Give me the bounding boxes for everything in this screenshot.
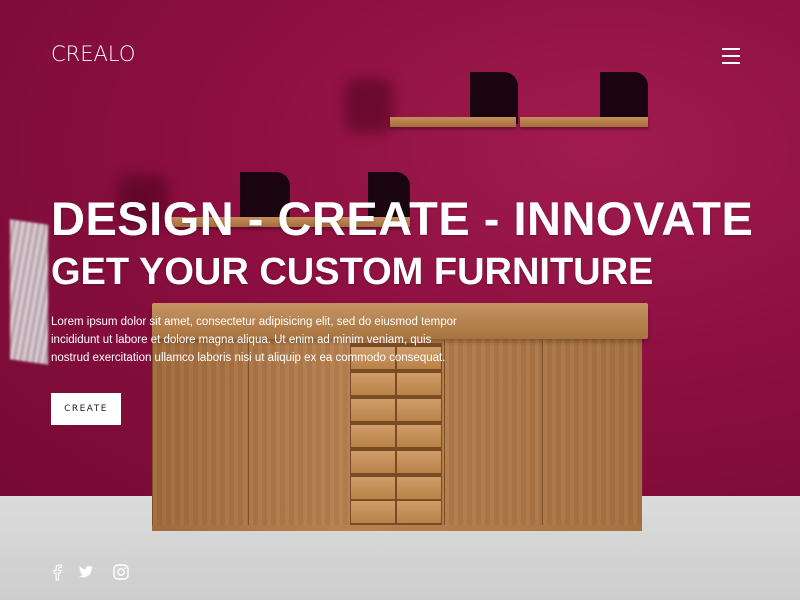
- cabinet-cubbies: [350, 343, 442, 525]
- blurred-panel: [10, 219, 48, 365]
- hero-paragraph: Lorem ipsum dolor sit amet, consectetur …: [51, 316, 457, 364]
- create-button[interactable]: CREATE: [51, 393, 121, 425]
- brand-logo[interactable]: CREALO: [51, 42, 135, 66]
- facebook-icon[interactable]: [48, 563, 66, 581]
- instagram-icon[interactable]: [112, 563, 130, 581]
- shelf-shadow: [345, 78, 393, 133]
- twitter-icon[interactable]: [77, 563, 95, 581]
- wall-shelf: [390, 117, 516, 127]
- hero-subheadline: GET YOUR CUSTOM FURNITURE: [51, 251, 654, 293]
- cabinet-door: [542, 339, 643, 525]
- hero-headline: DESIGN - CREATE - INNOVATE: [51, 192, 754, 245]
- hero-background-scene: [0, 0, 800, 600]
- hamburger-menu-icon[interactable]: [722, 48, 740, 65]
- wall-shelf: [520, 117, 648, 127]
